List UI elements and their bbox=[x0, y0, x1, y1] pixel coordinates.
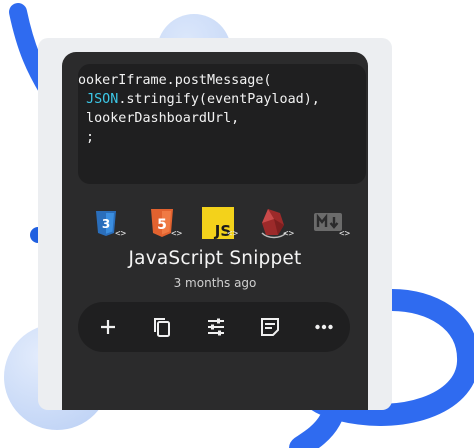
svg-text:5: 5 bbox=[157, 217, 167, 233]
notes-button[interactable] bbox=[254, 311, 286, 343]
snippet-title: JavaScript Snippet bbox=[128, 248, 302, 269]
sass-icon[interactable]: <> bbox=[254, 203, 294, 243]
more-button[interactable] bbox=[308, 311, 340, 343]
code-line: lookerDashboardUrl, bbox=[78, 111, 240, 126]
copy-button[interactable] bbox=[146, 311, 178, 343]
settings-button[interactable] bbox=[200, 311, 232, 343]
code-text: ookerIframe.postMessage( JSON.stringify(… bbox=[78, 71, 320, 147]
code-badge: <> bbox=[115, 229, 126, 239]
code-badge: <> bbox=[227, 229, 238, 239]
add-icon bbox=[101, 320, 115, 334]
css3-icon[interactable]: 3 <> bbox=[86, 203, 126, 243]
more-icon bbox=[315, 324, 333, 330]
code-badge: <> bbox=[171, 229, 182, 239]
notes-icon bbox=[261, 318, 279, 336]
copy-icon bbox=[154, 318, 170, 337]
code-line-rest: .stringify(eventPayload), bbox=[118, 92, 320, 107]
code-badge: <> bbox=[339, 229, 350, 239]
javascript-icon[interactable]: JS <> bbox=[198, 203, 238, 243]
tune-icon bbox=[208, 318, 224, 336]
code-line: JSON.stringify(eventPayload), bbox=[78, 90, 320, 109]
add-button[interactable] bbox=[92, 311, 124, 343]
code-badge: <> bbox=[283, 229, 294, 239]
code-preview[interactable]: ookerIframe.postMessage( JSON.stringify(… bbox=[78, 64, 366, 184]
html5-icon[interactable]: 5 <> bbox=[142, 203, 182, 243]
markdown-icon[interactable]: <> bbox=[310, 203, 350, 243]
code-line: ookerIframe.postMessage( bbox=[78, 73, 272, 88]
language-selector: 3 <> 5 <> JS <> <> <> bbox=[82, 203, 362, 243]
snippet-timestamp: 3 months ago bbox=[173, 276, 257, 290]
code-keyword: JSON bbox=[86, 92, 119, 107]
code-line: ; bbox=[78, 130, 95, 145]
snippet-card[interactable]: ookerIframe.postMessage( JSON.stringify(… bbox=[62, 52, 368, 410]
snippet-toolbar bbox=[78, 302, 350, 352]
svg-text:3: 3 bbox=[102, 217, 110, 231]
